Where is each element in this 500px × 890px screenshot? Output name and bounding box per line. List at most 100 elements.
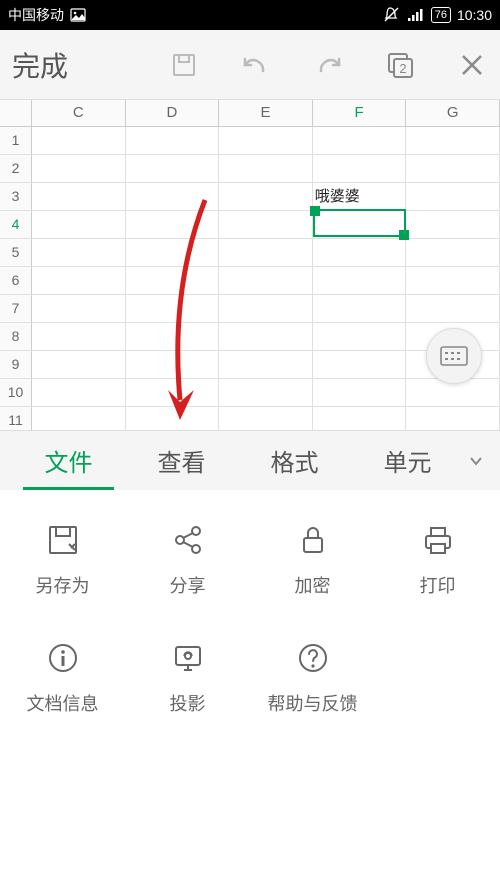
cell[interactable]	[126, 211, 220, 238]
action-label: 打印	[420, 572, 456, 598]
cell[interactable]	[313, 267, 407, 294]
cell[interactable]	[126, 295, 220, 322]
cell[interactable]	[32, 379, 126, 406]
cell[interactable]	[219, 267, 313, 294]
print-icon	[418, 520, 458, 560]
cell[interactable]	[406, 295, 500, 322]
svg-text:2: 2	[399, 61, 406, 76]
spreadsheet[interactable]: C D E F G 1 2 3哦婆婆 4 5 6 7 8 9 10 11 12	[0, 100, 500, 463]
cell[interactable]	[32, 295, 126, 322]
lock-icon	[293, 520, 333, 560]
tab-more[interactable]	[464, 456, 488, 466]
col-header-f[interactable]: F	[313, 100, 407, 126]
cell[interactable]	[313, 155, 407, 182]
action-label: 分享	[170, 572, 206, 598]
cell[interactable]	[219, 239, 313, 266]
cell[interactable]	[406, 183, 500, 210]
cell[interactable]	[32, 183, 126, 210]
tab-view[interactable]: 查看	[125, 431, 238, 490]
cell[interactable]	[406, 267, 500, 294]
cell-f3[interactable]: 哦婆婆	[313, 183, 407, 210]
save-button[interactable]	[168, 49, 200, 81]
cast-icon	[168, 638, 208, 678]
row-header[interactable]: 10	[0, 379, 32, 406]
cell[interactable]	[126, 239, 220, 266]
close-button[interactable]	[456, 49, 488, 81]
action-print[interactable]: 打印	[383, 520, 493, 598]
cell[interactable]	[32, 239, 126, 266]
corner-cell[interactable]	[0, 100, 32, 126]
share-icon	[168, 520, 208, 560]
row-header[interactable]: 1	[0, 127, 32, 154]
cell[interactable]	[126, 155, 220, 182]
clock: 10:30	[457, 7, 492, 23]
copies-button[interactable]: 2	[384, 49, 416, 81]
row-header[interactable]: 4	[0, 211, 32, 238]
col-header-g[interactable]: G	[406, 100, 500, 126]
cell[interactable]	[32, 351, 126, 378]
action-saveas[interactable]: 另存为	[8, 520, 118, 598]
tab-file[interactable]: 文件	[12, 431, 125, 490]
cell[interactable]	[126, 267, 220, 294]
action-label: 帮助与反馈	[268, 690, 358, 716]
cell[interactable]	[126, 183, 220, 210]
cell[interactable]	[313, 323, 407, 350]
sheet-body[interactable]: 1 2 3哦婆婆 4 5 6 7 8 9 10 11 12	[0, 127, 500, 463]
cell[interactable]	[219, 379, 313, 406]
row-header[interactable]: 7	[0, 295, 32, 322]
cell-f4[interactable]	[313, 211, 407, 238]
cell[interactable]	[406, 127, 500, 154]
cell[interactable]	[32, 323, 126, 350]
action-cast[interactable]: 投影	[133, 638, 243, 716]
cell[interactable]	[313, 239, 407, 266]
cell[interactable]	[313, 127, 407, 154]
cell[interactable]	[219, 183, 313, 210]
mute-icon	[383, 6, 401, 24]
toolbar: 完成 2	[0, 30, 500, 100]
cell[interactable]	[126, 323, 220, 350]
row-header[interactable]: 6	[0, 267, 32, 294]
cell[interactable]	[32, 211, 126, 238]
undo-button[interactable]	[240, 49, 272, 81]
cell[interactable]	[219, 323, 313, 350]
done-button[interactable]: 完成	[12, 45, 68, 85]
cell[interactable]	[406, 211, 500, 238]
cell[interactable]	[32, 127, 126, 154]
action-docinfo[interactable]: 文档信息	[8, 638, 118, 716]
cell[interactable]	[32, 267, 126, 294]
battery-level: 76	[431, 7, 451, 23]
col-header-c[interactable]: C	[32, 100, 126, 126]
cell[interactable]	[32, 155, 126, 182]
cell[interactable]	[126, 351, 220, 378]
cell[interactable]	[219, 351, 313, 378]
cell[interactable]	[126, 379, 220, 406]
cell[interactable]	[219, 295, 313, 322]
cell[interactable]	[219, 211, 313, 238]
row-header[interactable]: 3	[0, 183, 32, 210]
row-header[interactable]: 8	[0, 323, 32, 350]
tab-format[interactable]: 格式	[238, 431, 351, 490]
file-actions-panel: 另存为 分享 加密 打印 文档信息	[0, 490, 500, 890]
cell[interactable]	[406, 155, 500, 182]
redo-button[interactable]	[312, 49, 344, 81]
row-header[interactable]: 5	[0, 239, 32, 266]
cell[interactable]	[219, 127, 313, 154]
action-share[interactable]: 分享	[133, 520, 243, 598]
cell[interactable]	[126, 127, 220, 154]
cell[interactable]	[313, 351, 407, 378]
keyboard-fab[interactable]	[426, 328, 482, 384]
row-header[interactable]: 9	[0, 351, 32, 378]
cell[interactable]	[313, 379, 407, 406]
action-label: 文档信息	[27, 690, 99, 716]
cell[interactable]	[313, 295, 407, 322]
col-header-d[interactable]: D	[126, 100, 220, 126]
action-help[interactable]: 帮助与反馈	[258, 638, 368, 716]
bottom-tabs: 文件 查看 格式 单元	[0, 430, 500, 490]
status-bar: 中国移动 76 10:30	[0, 0, 500, 30]
cell[interactable]	[406, 239, 500, 266]
tab-cell[interactable]: 单元	[351, 431, 464, 490]
row-header[interactable]: 2	[0, 155, 32, 182]
cell[interactable]	[219, 155, 313, 182]
col-header-e[interactable]: E	[219, 100, 313, 126]
action-encrypt[interactable]: 加密	[258, 520, 368, 598]
